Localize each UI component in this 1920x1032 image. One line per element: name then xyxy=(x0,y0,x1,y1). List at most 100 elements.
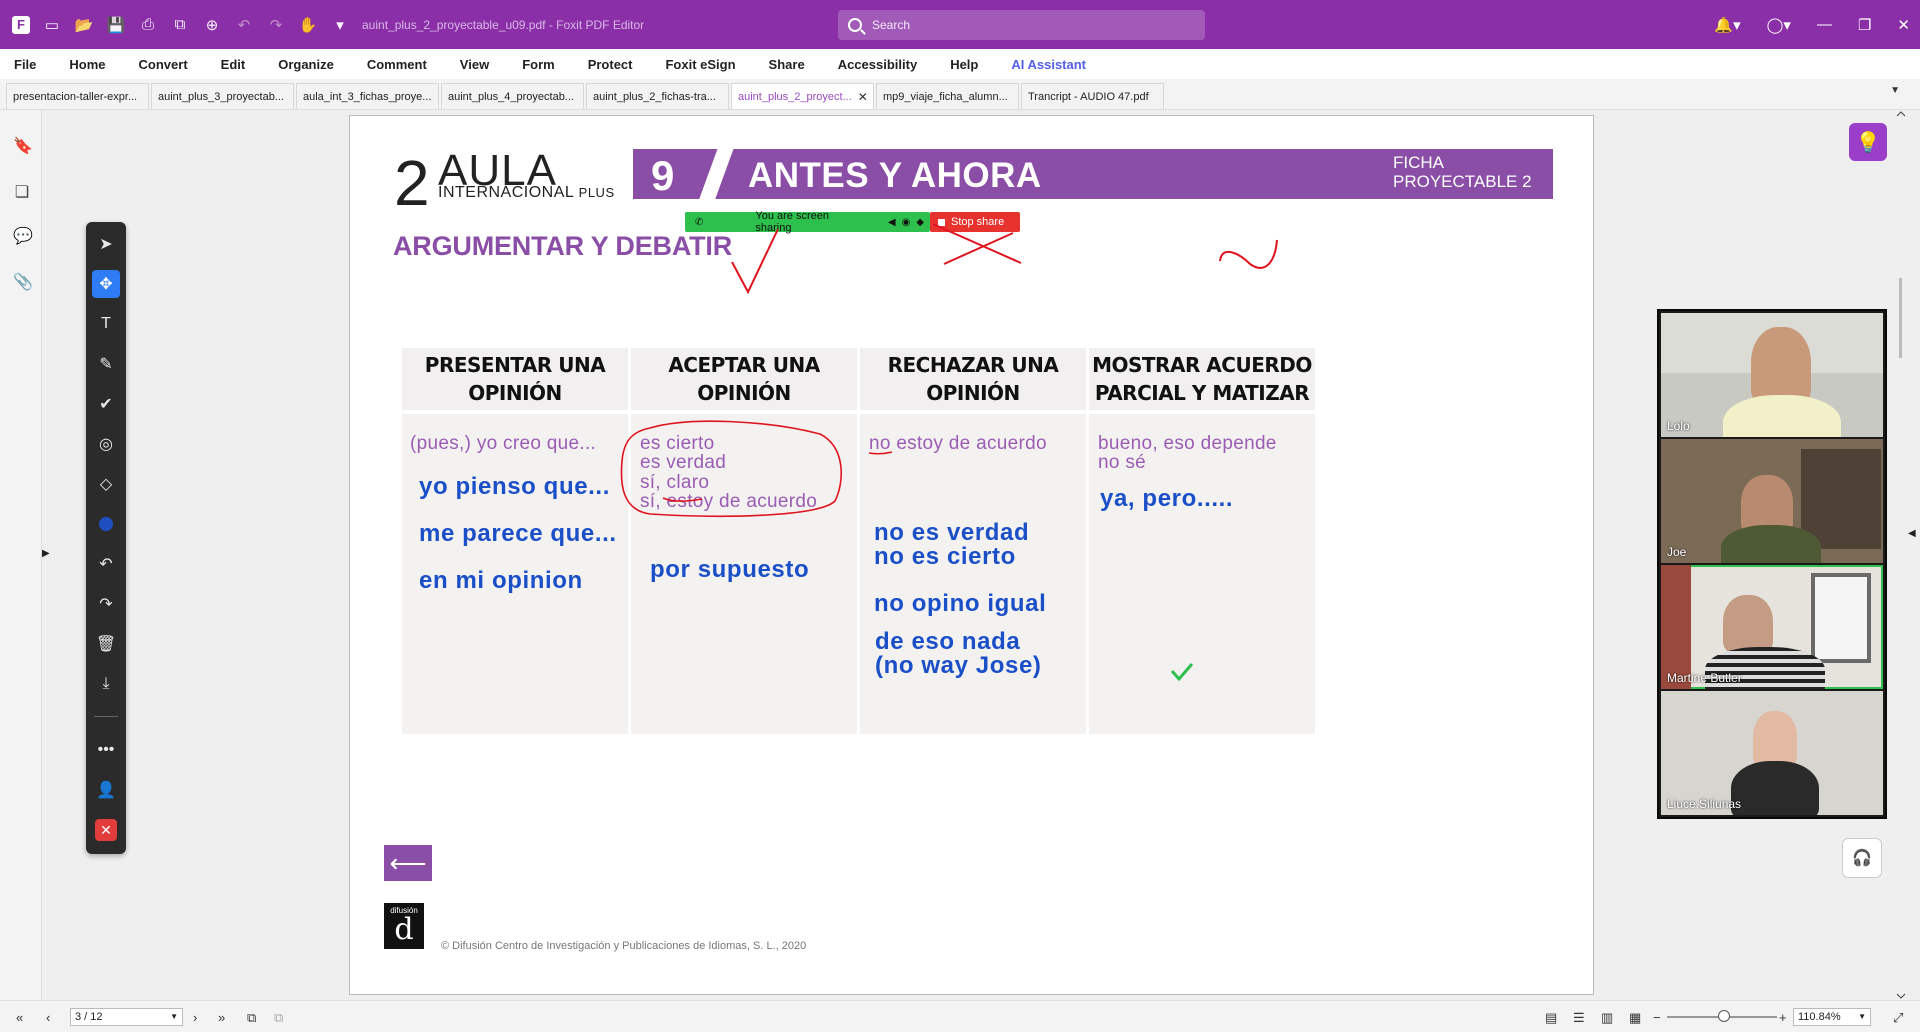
menu-ai-assistant[interactable]: AI Assistant xyxy=(1011,57,1086,72)
menu-protect[interactable]: Protect xyxy=(588,57,633,72)
menu-foxit-esign[interactable]: Foxit eSign xyxy=(665,57,735,72)
stamp-tool-icon[interactable]: ◎ xyxy=(92,430,120,458)
pages-icon[interactable]: ❏ xyxy=(13,182,31,202)
tab-document[interactable]: auint_plus_4_proyectab... xyxy=(441,83,584,109)
restore-icon[interactable]: ❐ xyxy=(1858,16,1871,34)
user-tool-icon[interactable]: 👤 xyxy=(92,776,120,804)
redo-annotation-icon[interactable]: ↷ xyxy=(92,590,120,618)
close-toolbar-icon[interactable]: ✕ xyxy=(95,819,117,841)
eraser-tool-icon[interactable]: ◇ xyxy=(92,470,120,498)
tab-document[interactable]: auint_plus_2_fichas-tra... xyxy=(586,83,729,109)
back-arrow-button[interactable]: ⟵ xyxy=(384,845,432,881)
first-page-icon[interactable]: « xyxy=(16,1010,23,1025)
menu-file[interactable]: File xyxy=(14,57,36,72)
zoom-level-input[interactable]: 110.84% ▼ xyxy=(1793,1008,1871,1026)
tab-document-active[interactable]: auint_plus_2_proyect... ✕ xyxy=(731,83,874,109)
continuous-facing-view-icon[interactable]: ▦ xyxy=(1629,1010,1641,1026)
menu-convert[interactable]: Convert xyxy=(139,57,188,72)
hand-tool-icon[interactable]: ✋ xyxy=(298,15,318,35)
participant-tile[interactable]: Joe xyxy=(1661,439,1883,563)
facing-view-icon[interactable]: ▥ xyxy=(1601,1010,1613,1026)
single-page-view-icon[interactable]: ▤ xyxy=(1545,1010,1557,1026)
zoom-in-icon[interactable]: + xyxy=(1779,1010,1787,1025)
extract-page-icon[interactable]: ⧉ xyxy=(247,1010,256,1026)
zoom-out-icon[interactable]: − xyxy=(1653,1010,1661,1025)
zoom-slider-knob[interactable] xyxy=(1718,1010,1730,1022)
document-tabs: presentacion-taller-expr... auint_plus_3… xyxy=(0,79,1920,110)
close-tab-icon[interactable]: ✕ xyxy=(858,90,868,104)
collapse-right-panel-icon[interactable]: ◀ xyxy=(1908,528,1916,539)
page-number-value: 3 / 12 xyxy=(75,1011,103,1023)
checkmark-tool-icon[interactable]: ✔ xyxy=(92,390,120,418)
notification-bell-icon[interactable]: 🔔▾ xyxy=(1714,16,1740,34)
menu-view[interactable]: View xyxy=(460,57,489,72)
new-folder-icon[interactable]: ▭ xyxy=(42,15,62,35)
participant-face xyxy=(1723,595,1773,653)
customize-dropdown-icon[interactable]: ▾ xyxy=(330,15,350,35)
tab-document[interactable]: Trancript - AUDIO 47.pdf xyxy=(1021,83,1164,109)
fit-page-icon[interactable]: ⤢ xyxy=(1893,1010,1903,1026)
last-page-icon[interactable]: » xyxy=(218,1010,225,1025)
page-dropdown-icon: ▼ xyxy=(170,1012,178,1021)
continuous-view-icon[interactable]: ☰ xyxy=(1573,1010,1585,1026)
participant-tile[interactable]: Lolo xyxy=(1661,313,1883,437)
tab-document[interactable]: aula_int_3_fichas_proye... xyxy=(296,83,439,109)
ink-underline-claro xyxy=(662,497,703,502)
publisher-logo-letter: d xyxy=(394,912,414,947)
save-icon[interactable]: 💾 xyxy=(106,15,126,35)
menu-home[interactable]: Home xyxy=(69,57,105,72)
vertical-scrollbar[interactable] xyxy=(1895,110,1907,1000)
tab-document[interactable]: presentacion-taller-expr... xyxy=(6,83,149,109)
tab-label: auint_plus_4_proyectab... xyxy=(448,90,574,103)
close-window-icon[interactable]: ✕ xyxy=(1897,16,1910,34)
add-page-icon[interactable]: ⊕ xyxy=(202,15,222,35)
tab-label: Trancript - AUDIO 47.pdf xyxy=(1028,90,1149,103)
tab-label: aula_int_3_fichas_proye... xyxy=(303,90,432,103)
bookmark-icon[interactable]: 🔖 xyxy=(13,136,33,156)
download-icon[interactable]: ⤓ xyxy=(92,670,120,698)
redo-icon[interactable]: ↷ xyxy=(266,15,286,35)
tab-document[interactable]: auint_plus_3_proyectab... xyxy=(151,83,294,109)
lightbulb-idea-icon[interactable]: 💡 xyxy=(1849,123,1887,161)
expand-left-panel-icon[interactable]: ▶ xyxy=(42,548,50,559)
pen-tool-icon[interactable]: ✎ xyxy=(92,350,120,378)
participant-tile-active-speaker[interactable]: Martine Butler xyxy=(1661,565,1883,689)
undo-annotation-icon[interactable]: ↶ xyxy=(92,550,120,578)
account-icon[interactable]: ◯▾ xyxy=(1767,16,1791,34)
color-picker-icon[interactable] xyxy=(92,510,120,538)
open-icon[interactable]: 📂 xyxy=(74,15,94,35)
delete-icon[interactable]: 🗑 xyxy=(92,630,120,658)
participant-shirt xyxy=(1731,761,1819,815)
menu-organize[interactable]: Organize xyxy=(278,57,334,72)
menu-accessibility[interactable]: Accessibility xyxy=(838,57,918,72)
participant-tile[interactable]: Liuce.Siliunas xyxy=(1661,691,1883,815)
minimize-icon[interactable]: — xyxy=(1817,16,1832,33)
more-options-icon[interactable]: ••• xyxy=(92,736,120,764)
participant-name: Joe xyxy=(1667,545,1687,559)
menu-help[interactable]: Help xyxy=(950,57,978,72)
menu-share[interactable]: Share xyxy=(769,57,805,72)
undo-icon[interactable]: ↶ xyxy=(234,15,254,35)
tab-document[interactable]: mp9_viaje_ficha_alumn... xyxy=(876,83,1019,109)
page-number-input[interactable]: 3 / 12 ▼ xyxy=(70,1008,183,1026)
green-check-icon xyxy=(1170,663,1194,682)
tab-list-chevron-icon[interactable]: ▼ xyxy=(1890,85,1900,96)
select-pointer-icon[interactable]: ➤ xyxy=(92,230,120,258)
search-input[interactable]: Search xyxy=(838,10,1205,40)
insert-page-icon[interactable]: ⧉ xyxy=(274,1010,283,1026)
move-tool-icon[interactable]: ✥ xyxy=(92,270,120,298)
menu-comment[interactable]: Comment xyxy=(367,57,427,72)
attachment-icon[interactable]: 📎 xyxy=(13,272,33,292)
text-tool-icon[interactable]: T xyxy=(92,310,120,338)
create-icon[interactable]: ⧉ xyxy=(170,15,190,35)
print-icon[interactable]: ⎙ xyxy=(138,15,158,35)
menu-edit[interactable]: Edit xyxy=(221,57,246,72)
foxit-logo-icon[interactable]: F xyxy=(12,15,30,34)
previous-page-icon[interactable]: ‹ xyxy=(46,1010,50,1025)
toolbar-divider xyxy=(94,716,118,717)
document-title: auint_plus_2_proyectable_u09.pdf - Foxit… xyxy=(362,17,645,32)
ai-assistant-icon[interactable]: 🎧 xyxy=(1842,838,1882,878)
comments-icon[interactable]: 💬 xyxy=(13,226,33,246)
next-page-icon[interactable]: › xyxy=(193,1010,197,1025)
menu-form[interactable]: Form xyxy=(522,57,555,72)
